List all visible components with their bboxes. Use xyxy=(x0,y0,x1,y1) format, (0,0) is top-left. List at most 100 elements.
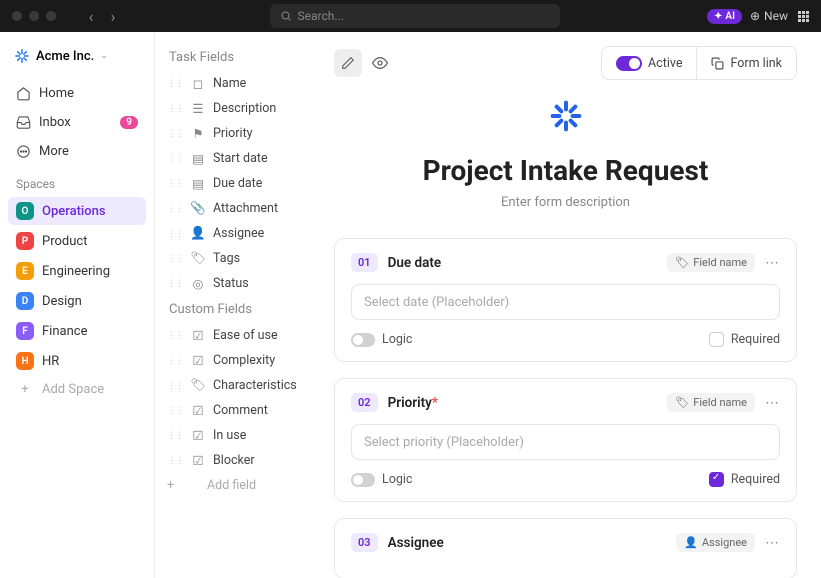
required-checkbox[interactable]: Required xyxy=(709,472,780,487)
custom-field-in-use[interactable]: ⋮⋮☑In use xyxy=(159,423,306,448)
workspace-name: Acme Inc. xyxy=(36,49,94,64)
drag-handle-icon[interactable]: ⋮⋮ xyxy=(167,381,183,391)
space-letter-icon: H xyxy=(16,352,34,370)
spaces-heading: Spaces xyxy=(8,167,146,195)
search-input[interactable]: Search... xyxy=(270,4,560,28)
task-field-attachment[interactable]: ⋮⋮📎Attachment xyxy=(159,196,306,221)
drag-handle-icon[interactable]: ⋮⋮ xyxy=(167,79,183,89)
task-field-description[interactable]: ⋮⋮☰Description xyxy=(159,96,306,121)
task-field-start-date[interactable]: ⋮⋮ ▤ Start date xyxy=(159,146,306,171)
drag-handle-icon[interactable]: ⋮⋮ xyxy=(167,431,183,441)
space-item-engineering[interactable]: E Engineering xyxy=(8,257,146,285)
sidebar-item-inbox[interactable]: Inbox 9 xyxy=(8,109,146,136)
drag-handle-icon[interactable]: ⋮⋮ xyxy=(167,254,183,264)
tag-icon: 🏷 xyxy=(675,396,689,409)
drag-handle-icon[interactable]: ⋮⋮ xyxy=(167,129,183,139)
sidebar-item-more[interactable]: More xyxy=(8,138,146,165)
drag-handle-icon[interactable]: ⋮⋮ xyxy=(167,456,183,466)
logic-toggle[interactable]: Logic xyxy=(351,472,412,487)
plus-icon: + xyxy=(167,478,177,493)
space-item-hr[interactable]: H HR xyxy=(8,347,146,375)
add-space-button[interactable]: + Add Space xyxy=(8,377,146,402)
form-field-due-date[interactable]: 01 Due date 🏷Field name ⋯ Select date (P… xyxy=(334,238,797,362)
custom-field-characteristics[interactable]: ⋮⋮🏷Characteristics xyxy=(159,373,306,398)
date-input[interactable]: Select date (Placeholder) xyxy=(351,284,780,320)
form-field-assignee[interactable]: 03 Assignee 👤Assignee ⋯ xyxy=(334,518,797,578)
add-field-button[interactable]: +Add field xyxy=(159,473,306,498)
drag-handle-icon[interactable]: ⋮⋮ xyxy=(167,406,183,416)
drag-handle-icon[interactable]: ⋮⋮ xyxy=(167,154,183,164)
drag-handle-icon[interactable]: ⋮⋮ xyxy=(167,104,183,114)
forward-button[interactable]: › xyxy=(104,7,122,25)
space-label: Design xyxy=(42,294,82,309)
space-item-product[interactable]: P Product xyxy=(8,227,146,255)
drag-handle-icon[interactable]: ⋮⋮ xyxy=(167,331,183,341)
required-label: Required xyxy=(731,472,780,487)
form-title[interactable]: Project Intake Request xyxy=(334,154,797,187)
field-more-button[interactable]: ⋯ xyxy=(765,255,780,271)
drag-handle-icon[interactable]: ⋮⋮ xyxy=(167,204,183,214)
field-label: Start date xyxy=(213,151,268,166)
plus-circle-icon: ⊕ xyxy=(750,9,760,23)
task-field-name[interactable]: ⋮⋮◻Name xyxy=(159,71,306,96)
space-item-operations[interactable]: O Operations xyxy=(8,197,146,225)
ai-label: AI xyxy=(725,11,735,22)
form-link-button[interactable]: Form link xyxy=(696,47,796,79)
form-description-placeholder[interactable]: Enter form description xyxy=(334,195,797,210)
form-field-priority[interactable]: 02 Priority* 🏷Field name ⋯ Select priori… xyxy=(334,378,797,502)
task-field-assignee[interactable]: ⋮⋮👤Assignee xyxy=(159,221,306,246)
space-item-design[interactable]: D Design xyxy=(8,287,146,315)
space-letter-icon: P xyxy=(16,232,34,250)
sidebar-item-home[interactable]: Home xyxy=(8,80,146,107)
workspace-switcher[interactable]: Acme Inc. ⌄ xyxy=(8,44,146,68)
person-icon: 👤 xyxy=(191,227,205,241)
plus-icon: + xyxy=(16,382,34,397)
assignee-chip[interactable]: 👤Assignee xyxy=(676,533,755,552)
custom-field-comment[interactable]: ⋮⋮☑Comment xyxy=(159,398,306,423)
edit-mode-button[interactable] xyxy=(334,49,362,77)
logic-toggle[interactable]: Logic xyxy=(351,332,412,347)
form-header: Project Intake Request Enter form descri… xyxy=(334,100,797,210)
field-more-button[interactable]: ⋯ xyxy=(765,535,780,551)
field-name-chip[interactable]: 🏷Field name xyxy=(667,393,755,412)
active-toggle[interactable]: Active xyxy=(602,47,696,79)
titlebar: ‹ › Search... ✦ AI ⊕ New xyxy=(0,0,821,32)
apps-grid-icon[interactable] xyxy=(798,11,809,22)
priority-select[interactable]: Select priority (Placeholder) xyxy=(351,424,780,460)
calendar-icon: ▤ xyxy=(191,152,205,166)
add-space-label: Add Space xyxy=(42,382,104,397)
drag-handle-icon[interactable]: ⋮⋮ xyxy=(167,356,183,366)
new-button[interactable]: ⊕ New xyxy=(750,9,788,23)
task-field-due-date[interactable]: ⋮⋮▤Due date xyxy=(159,171,306,196)
back-button[interactable]: ‹ xyxy=(82,7,100,25)
field-label: Priority xyxy=(213,126,253,141)
home-icon xyxy=(16,86,31,101)
field-more-button[interactable]: ⋯ xyxy=(765,395,780,411)
drag-handle-icon[interactable]: ⋮⋮ xyxy=(167,229,183,239)
custom-field-blocker[interactable]: ⋮⋮☑Blocker xyxy=(159,448,306,473)
required-checkbox[interactable]: Required xyxy=(709,332,780,347)
field-number: 03 xyxy=(351,533,378,552)
space-label: HR xyxy=(42,354,59,369)
minimize-dot-icon[interactable] xyxy=(29,11,39,21)
task-field-tags[interactable]: ⋮⋮🏷Tags xyxy=(159,246,306,271)
custom-field-ease-of-use[interactable]: ⋮⋮☑Ease of use xyxy=(159,323,306,348)
attachment-icon: 📎 xyxy=(191,202,205,216)
field-name-chip[interactable]: 🏷Field name xyxy=(667,253,755,272)
ai-badge[interactable]: ✦ AI xyxy=(707,9,742,24)
maximize-dot-icon[interactable] xyxy=(46,11,56,21)
task-field-priority[interactable]: ⋮⋮⚑Priority xyxy=(159,121,306,146)
close-dot-icon[interactable] xyxy=(12,11,22,21)
task-field-status[interactable]: ⋮⋮◎Status xyxy=(159,271,306,296)
form-link-label: Form link xyxy=(730,56,782,71)
space-letter-icon: F xyxy=(16,322,34,340)
drag-handle-icon[interactable]: ⋮⋮ xyxy=(167,279,183,289)
preview-mode-button[interactable] xyxy=(366,49,394,77)
window-controls[interactable] xyxy=(12,11,56,21)
custom-field-complexity[interactable]: ⋮⋮☑Complexity xyxy=(159,348,306,373)
space-item-finance[interactable]: F Finance xyxy=(8,317,146,345)
logic-label: Logic xyxy=(382,332,412,347)
space-label: Product xyxy=(42,234,87,249)
drag-handle-icon[interactable]: ⋮⋮ xyxy=(167,179,183,189)
required-star-icon: * xyxy=(432,395,438,411)
